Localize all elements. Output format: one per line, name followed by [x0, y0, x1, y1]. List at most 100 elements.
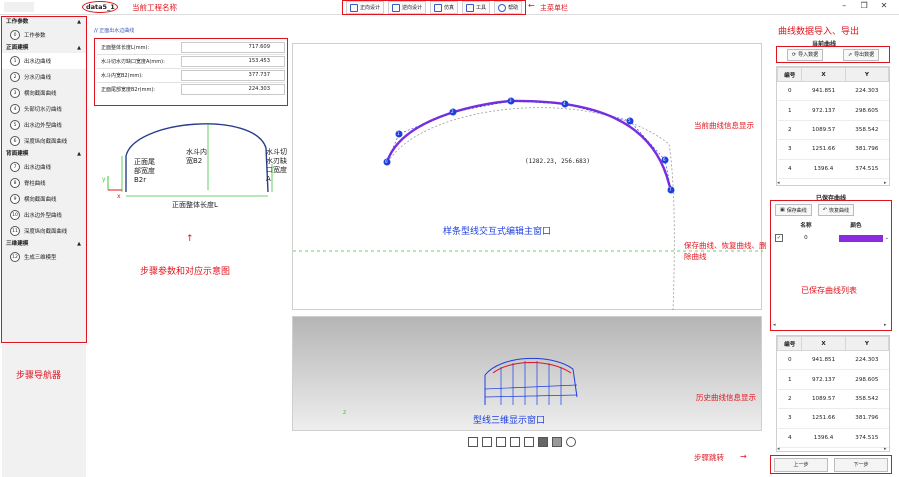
table-row[interactable]: 3 1251.66 381.796 — [777, 139, 889, 160]
section-marker-icon: // — [94, 28, 98, 34]
table-row[interactable]: 1 972.137 298.605 — [777, 100, 889, 121]
table-cell: 5 — [777, 178, 802, 185]
table-row[interactable]: 0 941.851 224.303 — [777, 350, 889, 371]
column-header[interactable]: Y — [844, 67, 889, 82]
table-cell: 381.796 — [845, 408, 889, 429]
view3d-window[interactable]: z 型线三维显示窗口 — [292, 316, 762, 431]
curve-io-annotation: 曲线数据导入、导出 — [778, 27, 860, 37]
import-label: 导入数据 — [798, 52, 819, 58]
iso-view-icon[interactable] — [468, 437, 478, 447]
current-curve-grid: 编号 X Y 0 941.851 224.303 1 972.137 298.605 2 1089.… — [777, 67, 889, 185]
step-navigator-annotation: 步骤导航器 — [16, 371, 62, 381]
right-view-icon[interactable] — [524, 437, 534, 447]
param-row-inner-width: 水斗内宽B2(mm): 377.737 — [97, 69, 285, 83]
table-row[interactable]: 2 1089.57 358.542 — [777, 120, 889, 141]
back-view-icon[interactable] — [496, 437, 506, 447]
bottom-view-icon[interactable] — [552, 437, 562, 447]
scroll-right-icon[interactable]: ▸ — [884, 322, 887, 328]
scroll-left-icon[interactable]: ◂ — [777, 180, 780, 186]
window-controls: – ❐ ✕ — [835, 1, 893, 10]
table-cell: 298.605 — [845, 369, 889, 390]
main-menu-arrow: ← — [528, 1, 535, 10]
restore-curve-button[interactable]: ↶ 恢复曲线 — [817, 204, 854, 216]
params-arrow: ↑ — [186, 234, 194, 244]
scroll-right-icon[interactable]: ▸ — [884, 446, 887, 452]
table-cell: 2 — [777, 120, 802, 141]
column-header[interactable]: X — [801, 336, 846, 351]
table-row[interactable]: 51556.68331.646 — [777, 178, 889, 185]
zoom-fit-icon[interactable] — [566, 437, 576, 447]
saved-curve-color-swatch[interactable] — [838, 234, 883, 242]
history-curve-table: 编号 X Y 0 941.851 224.303 1 972.137 298.605 2 1089.… — [776, 335, 890, 452]
color-dropdown-icon[interactable]: ⌄ — [885, 235, 889, 241]
table-cell: 4 — [777, 159, 802, 179]
history-curve-annotation: 历史曲线信息显示 — [696, 393, 756, 402]
param-inner-width-input[interactable]: 377.737 — [181, 70, 285, 81]
point-label: 1 — [397, 131, 400, 136]
table-header-row: 编号 X Y — [777, 336, 889, 351]
maximize-icon[interactable]: ❐ — [855, 1, 873, 10]
table-row[interactable]: 4 1396.4 374.515 — [777, 159, 889, 179]
column-header[interactable]: Y — [844, 336, 889, 351]
column-header[interactable]: 编号 — [777, 67, 803, 82]
export-label: 导出数据 — [854, 52, 875, 58]
tail-width-label: 正面尾部宽度B2r — [134, 158, 155, 184]
export-data-button[interactable]: ⇗ 导出数据 — [842, 48, 880, 61]
point-label: 5 — [628, 118, 631, 123]
export-icon: ⇗ — [847, 51, 853, 58]
point-label: 6 — [663, 157, 666, 162]
saved-curve-checkbox[interactable]: ✓ — [775, 234, 783, 242]
length-label: 正面整体长度L — [172, 201, 218, 209]
spline-editor-window[interactable]: 0 1 2 3 4 5 6 7 (1282.23, 256.683) 样条型线交… — [292, 43, 763, 311]
column-header[interactable]: X — [801, 67, 846, 82]
scroll-left-icon[interactable]: ◂ — [773, 322, 776, 328]
import-data-button[interactable]: ⟳ 导入数据 — [786, 48, 824, 61]
table-cell: 1556.68 — [801, 447, 846, 451]
saved-curves-panel: ▣ 保存曲线 ↶ 恢复曲线 名称 颜色 ✓ 0 ⌄ 已保存曲线列表 ◂ ▸ — [770, 200, 892, 331]
param-label: 水斗内宽B2(mm): — [101, 73, 143, 79]
table-cell: 374.515 — [845, 159, 889, 179]
header-color: 颜色 — [850, 223, 862, 229]
column-header[interactable]: 编号 — [777, 336, 803, 351]
table-cell: 1251.66 — [801, 408, 846, 429]
top-view-icon[interactable] — [538, 437, 548, 447]
table-row[interactable]: 51556.68331.646 — [777, 447, 889, 451]
param-notch-input[interactable]: 153.453 — [181, 56, 285, 67]
scroll-left-icon[interactable]: ◂ — [777, 446, 780, 452]
close-icon[interactable]: ✕ — [875, 1, 893, 10]
param-tail-width-input[interactable]: 224.303 — [181, 84, 285, 95]
table-cell: 941.851 — [801, 350, 846, 371]
scroll-right-icon[interactable]: ▸ — [884, 180, 887, 186]
table-cell: 3 — [777, 139, 802, 160]
section-title-text: 正面出水边曲线 — [99, 28, 135, 34]
saved-curve-row[interactable]: ✓ 0 ⌄ — [773, 233, 889, 243]
param-row-notch: 水斗切水刃缺口宽度A(mm): 153.453 — [97, 55, 285, 69]
save-curve-button[interactable]: ▣ 保存曲线 — [775, 204, 812, 216]
control-points[interactable] — [383, 97, 675, 194]
table-header-row: 编号 X Y — [777, 67, 889, 82]
left-view-icon[interactable] — [510, 437, 520, 447]
table-cell: 374.515 — [845, 428, 889, 448]
next-step-button[interactable]: 下一步 — [834, 457, 888, 472]
table-row[interactable]: 0 941.851 224.303 — [777, 81, 889, 102]
table-row[interactable]: 4 1396.4 374.515 — [777, 428, 889, 448]
table-row[interactable]: 3 1251.66 381.796 — [777, 408, 889, 429]
table-cell: 5 — [777, 447, 802, 451]
undo-icon: ↶ — [822, 207, 827, 213]
table-cell: 1396.4 — [801, 428, 846, 448]
main-menu-annotation: 主菜单栏 — [540, 4, 568, 12]
params-annotation: 步骤参数和对应示意图 — [140, 267, 231, 277]
param-label: 正面整体长度L(mm): — [101, 45, 150, 51]
params-section-title: // 正面出水边曲线 — [94, 27, 134, 34]
table-cell: 331.646 — [845, 178, 889, 185]
axis-y-label: y — [102, 176, 106, 183]
front-view-icon[interactable] — [482, 437, 492, 447]
curve-io-buttons: ⟳ 导入数据 ⇗ 导出数据 — [776, 46, 890, 63]
param-row-tail-width: 正面尾部宽度B2r(mm): 224.303 — [97, 83, 285, 96]
param-length-input[interactable]: 717.609 — [181, 42, 285, 53]
minimize-icon[interactable]: – — [835, 1, 853, 10]
table-row[interactable]: 1 972.137 298.605 — [777, 369, 889, 390]
table-cell: 224.303 — [845, 81, 889, 102]
prev-step-button[interactable]: 上一步 — [774, 457, 828, 472]
table-row[interactable]: 2 1089.57 358.542 — [777, 389, 889, 410]
